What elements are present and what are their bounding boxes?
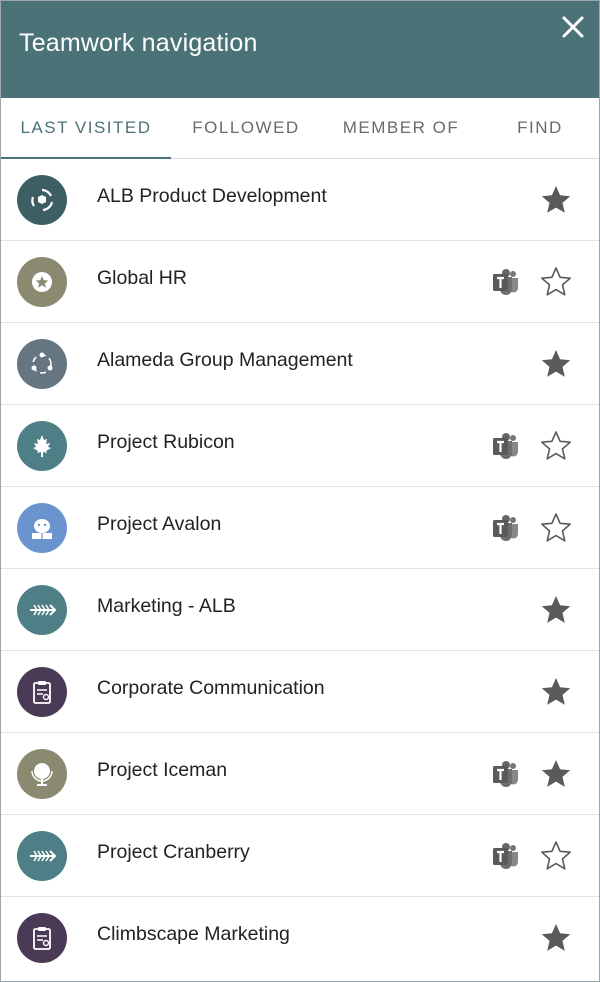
site-name[interactable]: Project Cranberry: [97, 841, 250, 864]
close-icon[interactable]: [559, 13, 587, 41]
maple-leaf-icon: [28, 432, 56, 460]
teams-icon[interactable]: [491, 431, 521, 461]
site-avatar: [17, 831, 67, 881]
site-row[interactable]: Climbscape Marketing: [1, 897, 599, 979]
teams-icon[interactable]: [491, 513, 521, 543]
site-row[interactable]: Global HR: [1, 241, 599, 323]
site-row[interactable]: ALB Product Development: [1, 159, 599, 241]
panel-header: Teamwork navigation: [1, 1, 599, 98]
site-avatar: [17, 503, 67, 553]
site-row[interactable]: Project Avalon: [1, 487, 599, 569]
tab-followed[interactable]: FOLLOWED: [171, 98, 321, 158]
site-avatar: [17, 749, 67, 799]
star-outline-icon[interactable]: [539, 429, 573, 463]
clipboard-icon: [29, 924, 55, 952]
panel-title: Teamwork navigation: [19, 29, 258, 57]
star-filled-icon[interactable]: [539, 183, 573, 217]
site-avatar: [17, 175, 67, 225]
fishbone-icon: [26, 600, 58, 620]
teams-icon[interactable]: [491, 841, 521, 871]
star-filled-icon[interactable]: [539, 757, 573, 791]
site-row[interactable]: Project Cranberry: [1, 815, 599, 897]
teamwork-navigation-panel: Teamwork navigation LAST VISITED FOLLOWE…: [0, 0, 600, 982]
site-name[interactable]: Project Avalon: [97, 513, 221, 536]
badge-star-icon: [28, 268, 56, 296]
tab-last-visited[interactable]: LAST VISITED: [1, 98, 171, 159]
star-filled-icon[interactable]: [539, 675, 573, 709]
site-name[interactable]: Climbscape Marketing: [97, 923, 290, 946]
clipboard-icon: [29, 678, 55, 706]
teams-icon[interactable]: [491, 267, 521, 297]
site-avatar: [17, 585, 67, 635]
star-outline-icon[interactable]: [539, 265, 573, 299]
site-name[interactable]: Alameda Group Management: [97, 349, 353, 372]
star-filled-icon[interactable]: [539, 347, 573, 381]
star-outline-icon[interactable]: [539, 511, 573, 545]
site-list: ALB Product Development Global HR Alameda …: [1, 159, 599, 979]
site-name[interactable]: Project Iceman: [97, 759, 227, 782]
site-avatar: [17, 421, 67, 471]
site-row[interactable]: Project Rubicon: [1, 405, 599, 487]
fishbone-icon: [26, 846, 58, 866]
reader-icon: [26, 512, 58, 544]
site-name[interactable]: Corporate Communication: [97, 677, 325, 700]
star-filled-icon[interactable]: [539, 921, 573, 955]
globe-icon: [28, 759, 56, 789]
site-name[interactable]: Marketing - ALB: [97, 595, 236, 618]
site-name[interactable]: Project Rubicon: [97, 431, 235, 454]
star-outline-icon[interactable]: [539, 839, 573, 873]
site-name[interactable]: ALB Product Development: [97, 185, 327, 208]
site-row[interactable]: Corporate Communication: [1, 651, 599, 733]
site-row[interactable]: Project Iceman: [1, 733, 599, 815]
site-avatar: [17, 339, 67, 389]
site-row[interactable]: Alameda Group Management: [1, 323, 599, 405]
tab-find[interactable]: FIND: [481, 98, 599, 158]
site-avatar: [17, 257, 67, 307]
site-avatar: [17, 667, 67, 717]
site-avatar: [17, 913, 67, 963]
star-filled-icon[interactable]: [539, 593, 573, 627]
recycle-icon: [28, 186, 56, 214]
tab-bar: LAST VISITED FOLLOWED MEMBER OF FIND: [1, 98, 599, 159]
site-name[interactable]: Global HR: [97, 267, 187, 290]
teams-icon[interactable]: [491, 759, 521, 789]
tab-member-of[interactable]: MEMBER OF: [321, 98, 481, 158]
people-cycle-icon: [27, 349, 57, 379]
site-row[interactable]: Marketing - ALB: [1, 569, 599, 651]
